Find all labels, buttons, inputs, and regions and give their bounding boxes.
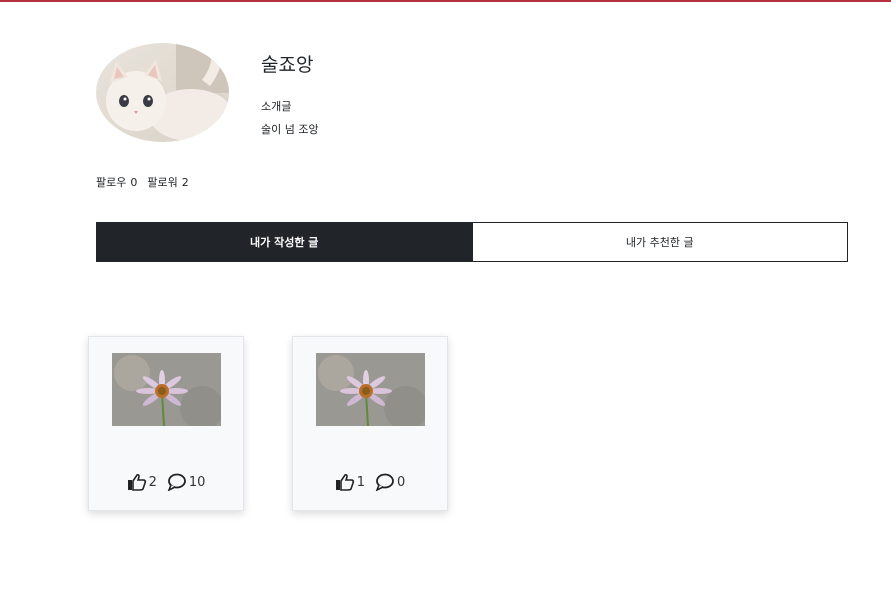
follow-stats: 팔로우 0 팔로워 2 xyxy=(96,174,189,190)
post-stats: 2 10 xyxy=(89,473,243,491)
like-stat[interactable]: 2 xyxy=(127,473,157,491)
follower-label: 팔로워 xyxy=(147,176,178,189)
follower-stat[interactable]: 팔로워 2 xyxy=(147,174,188,190)
comment-icon xyxy=(167,473,186,491)
following-stat[interactable]: 팔로우 0 xyxy=(96,174,137,190)
intro-label: 소개글 xyxy=(261,100,292,113)
following-label: 팔로우 xyxy=(96,176,127,189)
thumbs-up-icon xyxy=(127,473,146,491)
top-accent-line xyxy=(0,0,891,2)
avatar xyxy=(96,43,229,142)
comment-count: 0 xyxy=(397,474,406,490)
tab-my-posts[interactable]: 내가 작성한 글 xyxy=(96,222,473,262)
comment-count: 10 xyxy=(188,474,206,490)
like-stat[interactable]: 1 xyxy=(335,473,365,491)
post-stats: 1 0 xyxy=(293,473,447,491)
like-count: 1 xyxy=(356,474,365,490)
comment-stat[interactable]: 10 xyxy=(167,473,206,491)
follower-count: 2 xyxy=(181,176,189,189)
post-thumbnail xyxy=(112,353,221,426)
post-card[interactable]: 1 0 xyxy=(292,336,448,511)
intro-text: 술이 넘 조앙 xyxy=(261,123,319,136)
like-count: 2 xyxy=(148,474,157,490)
following-count: 0 xyxy=(130,176,138,189)
post-tabs: 내가 작성한 글 내가 추천한 글 xyxy=(96,222,848,262)
post-card[interactable]: 2 10 xyxy=(88,336,244,511)
profile-nickname: 술죠앙 xyxy=(261,54,314,76)
post-thumbnail xyxy=(316,353,425,426)
comment-icon xyxy=(375,473,394,491)
tab-recommended-posts[interactable]: 내가 추천한 글 xyxy=(472,222,848,262)
comment-stat[interactable]: 0 xyxy=(375,473,405,491)
thumbs-up-icon xyxy=(335,473,354,491)
